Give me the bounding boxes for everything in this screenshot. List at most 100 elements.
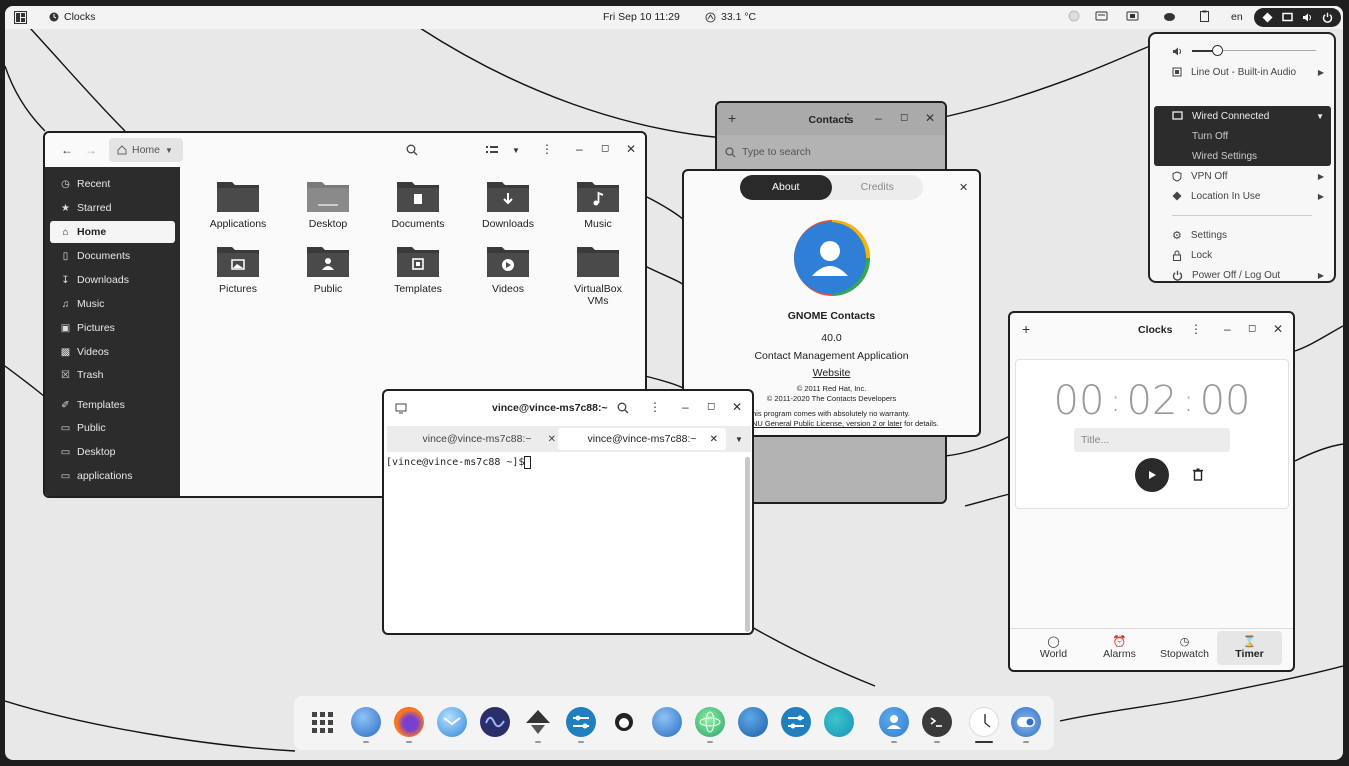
minimize-icon[interactable]: – — [1224, 323, 1231, 335]
tray-circle-icon[interactable] — [1068, 10, 1080, 22]
folder-downloads[interactable]: Downloads — [473, 177, 543, 230]
settings-item[interactable]: ⚙ Settings — [1172, 225, 1332, 245]
sidebar-item-templates[interactable]: ✐Templates — [50, 394, 175, 416]
folder-applications[interactable]: Applications — [203, 177, 273, 230]
close-tab-icon[interactable]: ✕ — [710, 434, 718, 445]
view-options-chevron-icon[interactable]: ▼ — [512, 145, 520, 157]
sidebar-item-home[interactable]: ⌂Home — [50, 221, 175, 243]
timer-seconds[interactable]: 00 — [1200, 378, 1251, 424]
clipboard-icon[interactable] — [1199, 10, 1210, 22]
dock-tweaks-icon[interactable] — [781, 707, 811, 737]
tab-timer[interactable]: ⌛Timer — [1217, 631, 1282, 665]
terminal-scrollbar[interactable] — [745, 457, 750, 632]
tab-world[interactable]: ◯World — [1021, 631, 1086, 665]
show-apps-grid-icon[interactable] — [312, 712, 334, 734]
dock-files-2-icon[interactable] — [652, 707, 682, 737]
dock-firefox-icon[interactable] — [394, 707, 424, 737]
maximize-icon[interactable]: ◻ — [900, 112, 908, 124]
about-website-link[interactable]: Website — [684, 367, 979, 379]
terminal-tab-2[interactable]: vince@vince-ms7c88:~ ✕ — [558, 428, 726, 450]
location-bar[interactable]: Home ▼ — [109, 138, 183, 162]
dock-inkscape-icon[interactable] — [523, 707, 553, 737]
system-status-area[interactable] — [1254, 8, 1341, 27]
sidebar-item-pictures[interactable]: ▣Pictures — [50, 317, 175, 339]
terminal-content[interactable]: [vince@vince-ms7c88 ~]$ — [386, 456, 531, 469]
tab-credits[interactable]: Credits — [832, 175, 924, 200]
audio-output-item[interactable]: Line Out - Built-in Audio▶ — [1172, 62, 1332, 82]
sidebar-item-videos[interactable]: ▩Videos — [50, 341, 175, 363]
minimize-icon[interactable]: – — [875, 112, 882, 124]
close-tab-icon[interactable]: ✕ — [548, 434, 556, 445]
new-tab-icon[interactable] — [395, 402, 407, 414]
wired-settings-item[interactable]: Wired Settings — [1172, 146, 1332, 166]
search-icon[interactable] — [617, 402, 629, 414]
minimize-icon[interactable]: – — [682, 401, 689, 413]
forward-arrow-icon[interactable]: → — [85, 144, 97, 156]
menu-kebab-icon[interactable]: ⋮ — [842, 112, 854, 124]
menu-kebab-icon[interactable]: ⋮ — [1190, 323, 1202, 335]
screenshot-icon[interactable] — [1126, 10, 1139, 22]
weather-icon[interactable] — [1163, 10, 1176, 22]
turn-off-item[interactable]: Turn Off — [1172, 126, 1332, 146]
dock-monitor-icon[interactable] — [480, 707, 510, 737]
dock-web-browser-icon[interactable] — [738, 707, 768, 737]
folder-music[interactable]: Music — [563, 177, 633, 230]
sidebar-item-public[interactable]: ▭Public — [50, 417, 175, 439]
location-item[interactable]: Location In Use▶ — [1172, 186, 1332, 206]
dock-edge-beta-icon[interactable] — [824, 707, 854, 737]
sidebar-item-applications[interactable]: ▭applications — [50, 465, 175, 487]
folder-templates[interactable]: Templates — [383, 242, 453, 295]
maximize-icon[interactable]: ◻ — [707, 401, 715, 413]
dock-github-icon[interactable] — [609, 707, 639, 737]
tabs-dropdown-icon[interactable]: ▼ — [735, 434, 743, 446]
sidebar-item-recent[interactable]: ◷Recent — [50, 173, 175, 195]
back-arrow-icon[interactable]: ← — [61, 144, 73, 156]
tab-about[interactable]: About — [740, 175, 832, 200]
timer-title-input[interactable]: Title... — [1074, 428, 1230, 452]
app-menu[interactable]: Clocks — [49, 11, 96, 23]
keyboard-icon[interactable] — [1095, 10, 1108, 22]
keyboard-layout[interactable]: en — [1231, 11, 1243, 23]
dock-atom-icon[interactable] — [695, 707, 725, 737]
dock-contacts-icon[interactable] — [879, 707, 909, 737]
volume-slider[interactable] — [1192, 45, 1316, 57]
terminal-tab-1[interactable]: vince@vince-ms7c88:~ ✕ — [394, 428, 560, 450]
menu-kebab-icon[interactable]: ⋮ — [649, 401, 661, 413]
close-icon[interactable]: ✕ — [732, 401, 742, 413]
temperature-indicator[interactable]: 33.1 °C — [705, 11, 756, 23]
maximize-icon[interactable]: ◻ — [601, 143, 609, 155]
wired-connected-item[interactable]: Wired Connected▼ — [1172, 106, 1332, 126]
folder-virtualbox-vms[interactable]: VirtualBox VMs — [563, 242, 633, 307]
sidebar-item-documents[interactable]: ▯Documents — [50, 245, 175, 267]
sidebar-item-music[interactable]: ♫Music — [50, 293, 175, 315]
license-link[interactable]: NU General Public License, version 2 or … — [752, 419, 902, 428]
volume-slider-knob[interactable] — [1212, 45, 1223, 56]
tab-stopwatch[interactable]: ◷Stopwatch — [1152, 631, 1217, 665]
sidebar-item-starred[interactable]: ★Starred — [50, 197, 175, 219]
sidebar-item-desktop[interactable]: ▭Desktop — [50, 441, 175, 463]
maximize-icon[interactable]: ◻ — [1248, 323, 1256, 335]
folder-videos[interactable]: Videos — [473, 242, 543, 295]
dock-toggle-icon[interactable] — [1011, 707, 1041, 737]
contacts-search-input[interactable]: Type to search — [725, 141, 937, 163]
timer-hours[interactable]: 00 — [1054, 378, 1105, 424]
lock-item[interactable]: Lock — [1172, 245, 1332, 265]
date-time[interactable]: Fri Sep 10 11:29 — [603, 11, 680, 23]
minimize-icon[interactable]: – — [576, 143, 583, 155]
tab-alarms[interactable]: ⏰Alarms — [1087, 631, 1152, 665]
menu-kebab-icon[interactable]: ⋮ — [541, 143, 553, 155]
folder-desktop[interactable]: Desktop — [293, 177, 363, 230]
delete-timer-icon[interactable] — [1192, 468, 1204, 481]
close-icon[interactable]: ✕ — [959, 182, 968, 194]
dock-files-icon[interactable] — [351, 707, 381, 737]
start-timer-button[interactable] — [1135, 458, 1169, 492]
add-timer-icon[interactable]: + — [1022, 323, 1030, 335]
folder-pictures[interactable]: Pictures — [203, 242, 273, 295]
close-icon[interactable]: ✕ — [626, 143, 636, 155]
sidebar-item-downloads[interactable]: ↧Downloads — [50, 269, 175, 291]
search-icon[interactable] — [406, 144, 418, 156]
power-off-item[interactable]: Power Off / Log Out▶ — [1172, 265, 1332, 285]
timer-minutes[interactable]: 02 — [1127, 378, 1178, 424]
dock-terminal-icon[interactable] — [922, 707, 952, 737]
dock-mail-icon[interactable] — [437, 707, 467, 737]
